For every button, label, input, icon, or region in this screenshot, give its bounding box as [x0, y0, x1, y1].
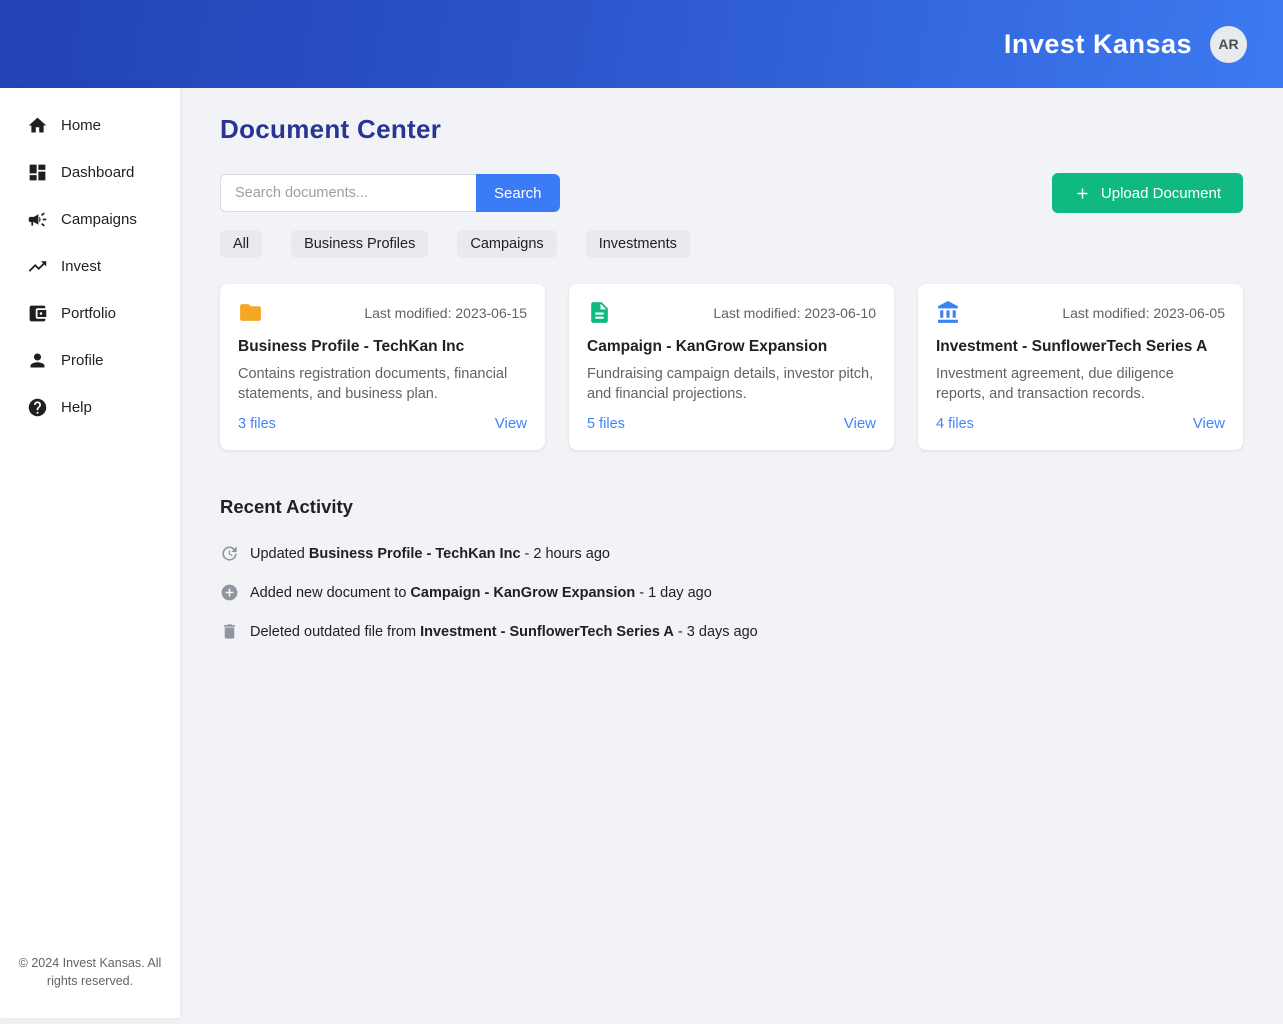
- card-title: Business Profile - TechKan Inc: [238, 338, 527, 356]
- filter-chip-campaigns[interactable]: Campaigns: [457, 230, 556, 258]
- activity-target: Business Profile - TechKan Inc: [309, 546, 521, 562]
- sidebar-nav: Home Dashboard Campaigns Invest Portfoli…: [0, 88, 180, 431]
- search-bar: Search: [220, 174, 560, 212]
- update-icon: [220, 544, 239, 563]
- search-input[interactable]: [220, 174, 476, 212]
- sidebar: Home Dashboard Campaigns Invest Portfoli…: [0, 88, 180, 1018]
- megaphone-icon: [27, 209, 48, 230]
- trash-icon: [220, 622, 239, 641]
- card-description: Investment agreement, due diligence repo…: [936, 364, 1225, 404]
- card-description: Contains registration documents, financi…: [238, 364, 527, 404]
- copyright-text: © 2024 Invest Kansas. All rights reserve…: [15, 954, 165, 990]
- view-link[interactable]: View: [844, 415, 876, 432]
- sidebar-item-label: Invest: [61, 258, 101, 275]
- user-avatar[interactable]: AR: [1210, 26, 1247, 63]
- document-card: Last modified: 2023-06-10 Campaign - Kan…: [569, 284, 894, 450]
- dashboard-icon: [27, 162, 48, 183]
- sidebar-item-label: Portfolio: [61, 305, 116, 322]
- trending-up-icon: [27, 256, 48, 277]
- main-content: Document Center Search Upload Document A…: [180, 88, 1283, 1024]
- app-header: Invest Kansas AR: [0, 0, 1283, 88]
- bank-icon: [936, 300, 961, 325]
- document-card: Last modified: 2023-06-05 Investment - S…: [918, 284, 1243, 450]
- last-modified-text: Last modified: 2023-06-10: [713, 305, 876, 321]
- home-icon: [27, 115, 48, 136]
- sidebar-item-campaigns[interactable]: Campaigns: [0, 196, 180, 243]
- filter-chips: All Business Profiles Campaigns Investme…: [220, 230, 1243, 258]
- activity-item: Added new document to Campaign - KanGrow…: [220, 577, 1243, 608]
- sidebar-item-profile[interactable]: Profile: [0, 337, 180, 384]
- activity-target: Campaign - KanGrow Expansion: [410, 585, 635, 601]
- files-count-link[interactable]: 3 files: [238, 416, 276, 432]
- sidebar-item-label: Help: [61, 399, 92, 416]
- filter-chip-business-profiles[interactable]: Business Profiles: [291, 230, 428, 258]
- last-modified-text: Last modified: 2023-06-15: [364, 305, 527, 321]
- card-description: Fundraising campaign details, investor p…: [587, 364, 876, 404]
- app-title: Invest Kansas: [1004, 29, 1192, 60]
- document-card: Last modified: 2023-06-15 Business Profi…: [220, 284, 545, 450]
- help-icon: [27, 397, 48, 418]
- card-title: Campaign - KanGrow Expansion: [587, 338, 876, 356]
- files-count-link[interactable]: 5 files: [587, 416, 625, 432]
- filter-chip-investments[interactable]: Investments: [586, 230, 690, 258]
- activity-text: Deleted outdated file from Investment - …: [250, 624, 758, 640]
- card-title: Investment - SunflowerTech Series A: [936, 338, 1225, 356]
- files-count-link[interactable]: 4 files: [936, 416, 974, 432]
- sidebar-item-portfolio[interactable]: Portfolio: [0, 290, 180, 337]
- activity-text: Updated Business Profile - TechKan Inc -…: [250, 546, 610, 562]
- document-icon: [587, 300, 612, 325]
- person-icon: [27, 350, 48, 371]
- plus-icon: [1074, 185, 1091, 202]
- filter-chip-all[interactable]: All: [220, 230, 262, 258]
- sidebar-item-label: Profile: [61, 352, 104, 369]
- view-link[interactable]: View: [495, 415, 527, 432]
- search-button[interactable]: Search: [476, 174, 560, 212]
- toolbar: Search Upload Document: [220, 173, 1243, 213]
- view-link[interactable]: View: [1193, 415, 1225, 432]
- last-modified-text: Last modified: 2023-06-05: [1062, 305, 1225, 321]
- page-title: Document Center: [220, 114, 1243, 145]
- recent-activity-title: Recent Activity: [220, 496, 1243, 518]
- sidebar-item-invest[interactable]: Invest: [0, 243, 180, 290]
- sidebar-item-label: Campaigns: [61, 211, 137, 228]
- activity-text: Added new document to Campaign - KanGrow…: [250, 585, 712, 601]
- upload-document-label: Upload Document: [1101, 185, 1221, 202]
- sidebar-item-label: Home: [61, 117, 101, 134]
- add-circle-icon: [220, 583, 239, 602]
- recent-activity-list: Updated Business Profile - TechKan Inc -…: [220, 538, 1243, 647]
- sidebar-item-dashboard[interactable]: Dashboard: [0, 149, 180, 196]
- activity-item: Deleted outdated file from Investment - …: [220, 616, 1243, 647]
- sidebar-item-help[interactable]: Help: [0, 384, 180, 431]
- folder-icon: [238, 300, 263, 325]
- activity-target: Investment - SunflowerTech Series A: [420, 624, 674, 640]
- upload-document-button[interactable]: Upload Document: [1052, 173, 1243, 213]
- activity-item: Updated Business Profile - TechKan Inc -…: [220, 538, 1243, 569]
- sidebar-item-home[interactable]: Home: [0, 102, 180, 149]
- document-cards: Last modified: 2023-06-15 Business Profi…: [220, 284, 1243, 450]
- sidebar-item-label: Dashboard: [61, 164, 134, 181]
- wallet-icon: [27, 303, 48, 324]
